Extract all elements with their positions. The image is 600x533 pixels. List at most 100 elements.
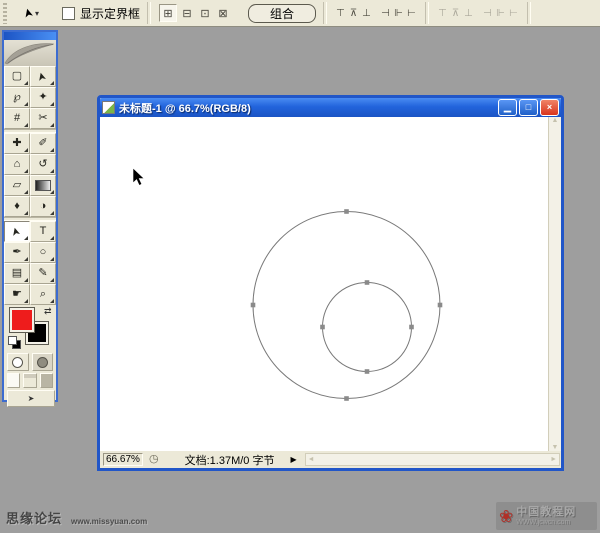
slice-icon: ✂ xyxy=(38,112,48,124)
standard-mode-icon xyxy=(12,356,24,368)
site-name-text: 中国教程网 xyxy=(516,505,577,518)
canvas[interactable] xyxy=(100,117,548,451)
tool-brush[interactable]: ✐ xyxy=(30,133,56,154)
rectangular-marquee-icon: ▢ xyxy=(11,70,23,82)
toolbar-separator xyxy=(527,2,532,24)
subtract-shape-area-button[interactable]: ⊟ xyxy=(179,5,195,21)
tool-rectangular-marquee[interactable]: ▢ xyxy=(4,66,30,87)
distribute-bottom-button[interactable]: ⊥ xyxy=(463,6,474,20)
quick-mask-mode-button[interactable] xyxy=(31,353,53,371)
document-window: 未标题-1 @ 66.7%(RGB/8) ▁ □ × ▲ ▼ 66.67% ◷ … xyxy=(97,95,564,471)
align-right-button[interactable]: ⊢ xyxy=(406,6,417,20)
tool-move[interactable]: ➤ xyxy=(30,66,56,87)
combine-button[interactable]: 组合 xyxy=(248,3,317,23)
zoom-icon: ⌕ xyxy=(39,288,47,300)
healing-brush-icon: ✚ xyxy=(12,137,22,149)
tool-dodge[interactable]: ◑ xyxy=(30,196,56,217)
intersect-shape-area-button[interactable]: ⊡ xyxy=(197,5,213,21)
align-left-button[interactable]: ⊣ xyxy=(380,6,391,20)
options-bar: ➤ ▾ 显示定界框 ⊞ ⊟ ⊡ ⊠ 组合 ⊤ ⊼ ⊥ ⊣ ⊩ ⊢ ⊤ ⊼ ⊥ ⊣… xyxy=(0,0,600,27)
tool-lasso[interactable]: ℘ xyxy=(4,87,30,108)
tool-healing-brush[interactable]: ✚ xyxy=(4,133,30,154)
tool-type[interactable]: T xyxy=(30,221,56,242)
lasso-icon: ℘ xyxy=(13,91,21,103)
tool-hand[interactable]: ☛ xyxy=(4,284,30,305)
distribute-right-button[interactable]: ⊢ xyxy=(508,6,519,20)
forum-url-text: www.missyuan.com xyxy=(71,517,148,526)
distribute-left-button[interactable]: ⊣ xyxy=(482,6,493,20)
move-icon: ➤ xyxy=(35,70,50,83)
ellipse-icon: ○ xyxy=(39,246,47,258)
swap-colors-icon[interactable]: ⇄ xyxy=(44,306,52,317)
align-vertical-center-button[interactable]: ⊼ xyxy=(348,6,359,20)
standard-screen-mode-button[interactable] xyxy=(7,373,21,388)
zoom-level-field[interactable]: 66.67% xyxy=(103,453,143,466)
standard-mode-button[interactable] xyxy=(7,353,29,371)
palette-title-bar[interactable] xyxy=(4,32,56,40)
document-title-bar[interactable]: 未标题-1 @ 66.7%(RGB/8) ▁ □ × xyxy=(100,98,561,117)
tool-palette: ▢ ➤ ℘ ✦ # ✂ ✚ ✐ ⌂ ↺ ▱ ♦ ◑ ➤ T ✒ ○ ▤ ✎ ☛ … xyxy=(2,30,58,407)
eraser-icon: ▱ xyxy=(12,179,22,191)
show-bounding-box-checkbox[interactable] xyxy=(62,6,75,20)
tool-history-brush[interactable]: ↺ xyxy=(30,154,56,175)
photoshop-feather-logo xyxy=(4,40,56,66)
document-title: 未标题-1 @ 66.7%(RGB/8) xyxy=(119,102,251,115)
history-brush-icon: ↺ xyxy=(38,158,48,170)
site-url-text: WWW.jcwcn.com xyxy=(516,518,571,526)
document-icon xyxy=(102,101,115,114)
bottom-right-watermark: ❀ 中国教程网 WWW.jcwcn.com xyxy=(496,502,597,530)
screen-mode-buttons xyxy=(4,371,56,389)
distribute-horizontal-center-button[interactable]: ⊩ xyxy=(495,6,506,20)
tool-magic-wand[interactable]: ✦ xyxy=(30,87,56,108)
tool-notes[interactable]: ▤ xyxy=(4,263,30,284)
align-top-button[interactable]: ⊤ xyxy=(335,6,346,20)
vertical-scrollbar[interactable]: ▲ ▼ xyxy=(548,117,561,451)
current-tool-button[interactable]: ➤ ▾ xyxy=(16,3,46,23)
notes-icon: ▤ xyxy=(11,267,23,279)
bottom-left-watermark: 思缘论坛 www.missyuan.com xyxy=(6,508,147,527)
distribute-top-button[interactable]: ⊤ xyxy=(437,6,448,20)
color-swatch-area: ⇄ xyxy=(4,305,56,351)
align-horizontal-center-button[interactable]: ⊩ xyxy=(393,6,404,20)
horizontal-scrollbar[interactable]: ◄ ► xyxy=(304,453,560,466)
pen-icon: ✒ xyxy=(12,246,22,258)
scroll-up-icon[interactable]: ▲ xyxy=(552,117,559,124)
add-shape-area-button[interactable]: ⊞ xyxy=(159,4,178,22)
fullscreen-mode-button[interactable] xyxy=(39,373,53,388)
maximize-button[interactable]: □ xyxy=(519,99,538,116)
close-button[interactable]: × xyxy=(540,99,559,116)
tool-blur[interactable]: ♦ xyxy=(4,196,30,217)
minimize-button[interactable]: ▁ xyxy=(498,99,517,116)
tool-grid: ▢ ➤ ℘ ✦ # ✂ ✚ ✐ ⌂ ↺ ▱ ♦ ◑ ➤ T ✒ ○ ▤ ✎ ☛ … xyxy=(4,66,56,305)
tool-pen[interactable]: ✒ xyxy=(4,242,30,263)
tool-eyedropper[interactable]: ✎ xyxy=(30,263,56,284)
tool-ellipse[interactable]: ○ xyxy=(30,242,56,263)
scroll-right-icon[interactable]: ► xyxy=(550,456,557,463)
path-selection-tool-icon: ➤ xyxy=(19,6,37,20)
imageready-area: ➤ xyxy=(4,389,56,408)
toolbar-grip[interactable] xyxy=(3,2,7,24)
fullscreen-with-menu-button[interactable] xyxy=(23,373,37,388)
default-colors-icon[interactable] xyxy=(8,336,21,349)
dodge-icon: ◑ xyxy=(39,200,47,212)
tool-crop[interactable]: # xyxy=(4,108,30,129)
toolbar-separator xyxy=(425,2,430,24)
tool-zoom[interactable]: ⌕ xyxy=(30,284,56,305)
status-menu-arrow-icon[interactable]: ▶ xyxy=(290,455,296,464)
foreground-color-swatch[interactable] xyxy=(9,307,35,333)
show-bounding-box-label: 显示定界框 xyxy=(80,6,141,21)
scroll-left-icon[interactable]: ◄ xyxy=(308,456,315,463)
tool-path-selection[interactable]: ➤ xyxy=(4,221,30,242)
status-clock-icon: ◷ xyxy=(149,453,159,465)
jump-to-imageready-button[interactable]: ➤ xyxy=(7,390,55,407)
tool-slice[interactable]: ✂ xyxy=(30,108,56,129)
tool-clone-stamp[interactable]: ⌂ xyxy=(4,154,30,175)
tool-eraser[interactable]: ▱ xyxy=(4,175,30,196)
gradient-icon xyxy=(35,180,51,191)
tool-gradient[interactable] xyxy=(30,175,56,196)
align-bottom-button[interactable]: ⊥ xyxy=(361,6,372,20)
mask-mode-buttons xyxy=(4,351,56,371)
exclude-shape-area-button[interactable]: ⊠ xyxy=(215,5,231,21)
distribute-vertical-center-button[interactable]: ⊼ xyxy=(450,6,461,20)
scroll-down-icon[interactable]: ▼ xyxy=(552,444,559,451)
